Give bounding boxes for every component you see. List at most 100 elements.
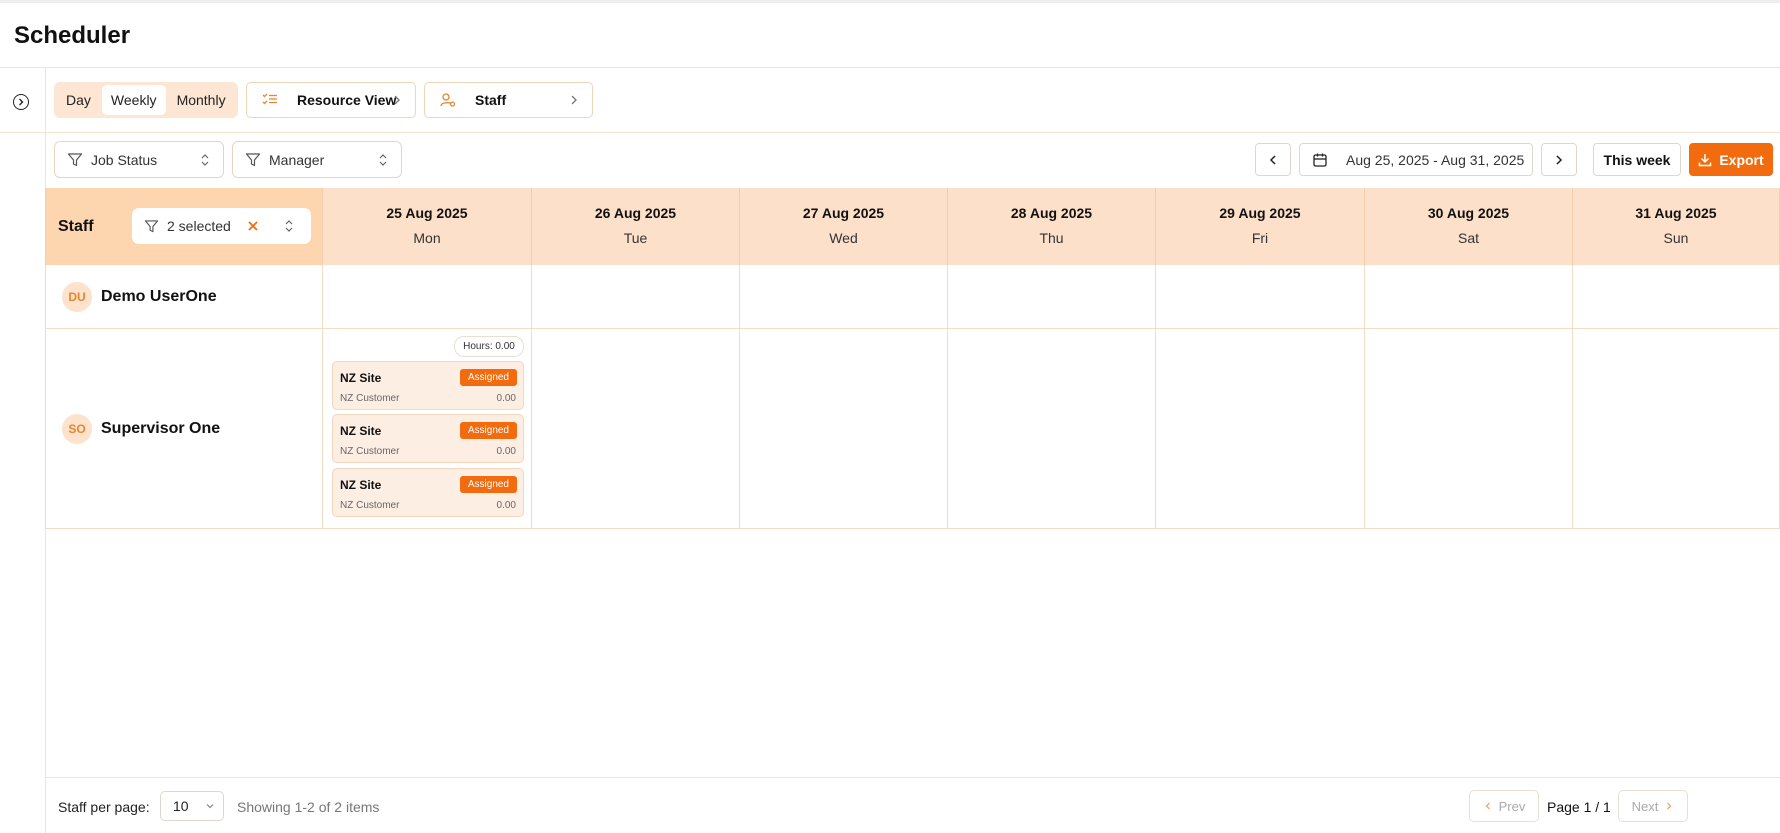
- day-date: 29 Aug 2025: [1219, 205, 1301, 221]
- day-header: 26 Aug 2025 Tue: [532, 188, 740, 265]
- toolbar-divider: [0, 132, 1780, 133]
- job-customer: NZ Customer: [340, 393, 400, 404]
- page-indicator: Page 1 / 1: [1547, 799, 1611, 815]
- header-divider: [0, 67, 1780, 68]
- view-switcher: Day Weekly Monthly: [54, 82, 238, 118]
- staff-label: Staff: [475, 92, 507, 108]
- chevron-updown-icon: [285, 220, 293, 232]
- status-badge: Assigned: [459, 476, 517, 493]
- status-badge: Assigned: [459, 422, 517, 439]
- chevron-updown-icon: [201, 154, 209, 166]
- next-label: Next: [1631, 798, 1659, 814]
- schedule-cell[interactable]: [1156, 329, 1365, 529]
- manager-filter[interactable]: Manager: [232, 141, 402, 178]
- staff-row-name: SO Supervisor One: [45, 329, 323, 529]
- schedule-cell[interactable]: [1156, 265, 1365, 329]
- sidebar-toggle-button[interactable]: [13, 94, 29, 110]
- chevron-left-icon: [1269, 154, 1276, 165]
- schedule-cell[interactable]: [1573, 265, 1780, 329]
- next-week-button[interactable]: [1541, 143, 1577, 176]
- schedule-cell[interactable]: [1365, 329, 1573, 529]
- chevron-left-icon: [1485, 802, 1490, 810]
- staff-selection-dropdown[interactable]: 2 selected: [132, 208, 311, 244]
- schedule-cell[interactable]: [323, 265, 532, 329]
- next-page-button[interactable]: Next: [1618, 790, 1688, 822]
- date-range-label: Aug 25, 2025 - Aug 31, 2025: [1346, 151, 1525, 168]
- showing-count: Showing 1-2 of 2 items: [237, 799, 380, 815]
- export-button[interactable]: Export: [1689, 143, 1773, 176]
- page-title: Scheduler: [14, 22, 131, 49]
- day-date: 30 Aug 2025: [1427, 205, 1510, 221]
- job-amount: 0.00: [496, 446, 516, 457]
- download-icon: [1699, 153, 1712, 166]
- selected-count: 2 selected: [167, 218, 231, 234]
- staff-row-name: DU Demo UserOne: [45, 265, 323, 329]
- view-monthly-tab[interactable]: Monthly: [168, 85, 235, 115]
- chevron-right-icon: [1667, 802, 1672, 810]
- job-status-label: Job Status: [91, 151, 158, 168]
- schedule-cell[interactable]: [532, 265, 740, 329]
- day-header: 29 Aug 2025 Fri: [1156, 188, 1365, 265]
- job-card[interactable]: NZ Site Assigned NZ Customer 0.00: [332, 414, 524, 463]
- date-range-picker[interactable]: Aug 25, 2025 - Aug 31, 2025: [1299, 143, 1533, 176]
- day-weekday: Wed: [829, 230, 858, 246]
- avatar: DU: [62, 281, 92, 312]
- prev-page-button[interactable]: Prev: [1469, 790, 1539, 822]
- job-site: NZ Site: [340, 371, 382, 385]
- resource-view-button[interactable]: Resource View: [246, 82, 416, 118]
- day-date: 25 Aug 2025: [386, 205, 468, 221]
- schedule-cell[interactable]: [1573, 329, 1780, 529]
- chevron-right-icon: [394, 95, 400, 105]
- job-card[interactable]: NZ Site Assigned NZ Customer 0.00: [332, 361, 524, 410]
- chevron-updown-icon: [379, 154, 387, 166]
- filter-icon: [144, 219, 159, 232]
- day-weekday: Thu: [1039, 230, 1064, 246]
- filter-icon: [245, 152, 261, 166]
- day-weekday: Fri: [1251, 230, 1269, 246]
- view-day-tab[interactable]: Day: [57, 85, 100, 115]
- day-date: 26 Aug 2025: [594, 205, 677, 221]
- day-weekday: Tue: [623, 230, 648, 246]
- filter-icon: [67, 152, 83, 166]
- avatar: SO: [62, 413, 92, 444]
- prev-label: Prev: [1498, 798, 1526, 814]
- schedule-cell[interactable]: [948, 265, 1156, 329]
- view-weekly-tab[interactable]: Weekly: [101, 85, 166, 115]
- chevron-down-icon: [206, 804, 214, 809]
- schedule-cell[interactable]: [1365, 265, 1573, 329]
- schedule-cell[interactable]: [948, 329, 1156, 529]
- previous-week-button[interactable]: [1255, 143, 1291, 176]
- day-header: 30 Aug 2025 Sat: [1365, 188, 1573, 265]
- staff-button[interactable]: Staff: [424, 82, 593, 118]
- per-page-label: Staff per page:: [58, 799, 150, 815]
- day-date: 31 Aug 2025: [1635, 205, 1717, 221]
- calendar-icon: [1313, 153, 1327, 167]
- footer-divider: [45, 777, 1780, 778]
- schedule-cell[interactable]: [740, 329, 948, 529]
- clear-selection-icon[interactable]: [247, 220, 259, 232]
- job-card[interactable]: NZ Site Assigned NZ Customer 0.00: [332, 468, 524, 517]
- per-page-select[interactable]: 10: [160, 791, 224, 821]
- resource-view-label: Resource View: [297, 92, 397, 108]
- this-week-button[interactable]: This week: [1593, 143, 1681, 176]
- staff-name: Supervisor One: [101, 419, 221, 437]
- day-header: 31 Aug 2025 Sun: [1573, 188, 1780, 265]
- job-status-filter[interactable]: Job Status: [54, 141, 224, 178]
- chevron-right-icon: [1556, 154, 1563, 165]
- export-label: Export: [1719, 151, 1764, 168]
- day-weekday: Sun: [1663, 230, 1689, 246]
- schedule-cell[interactable]: [740, 265, 948, 329]
- job-customer: NZ Customer: [340, 446, 400, 457]
- day-weekday: Mon: [413, 230, 441, 246]
- status-badge: Assigned: [459, 369, 517, 386]
- job-amount: 0.00: [496, 393, 516, 404]
- day-weekday: Sat: [1457, 230, 1479, 246]
- chevron-right-icon: [19, 98, 24, 106]
- top-strip: [0, 0, 1780, 3]
- day-date: 28 Aug 2025: [1010, 205, 1093, 221]
- chevron-right-icon: [571, 95, 577, 105]
- job-customer: NZ Customer: [340, 500, 400, 511]
- schedule-cell[interactable]: [532, 329, 740, 529]
- per-page-value: 10: [173, 798, 189, 814]
- day-date: 27 Aug 2025: [802, 205, 885, 221]
